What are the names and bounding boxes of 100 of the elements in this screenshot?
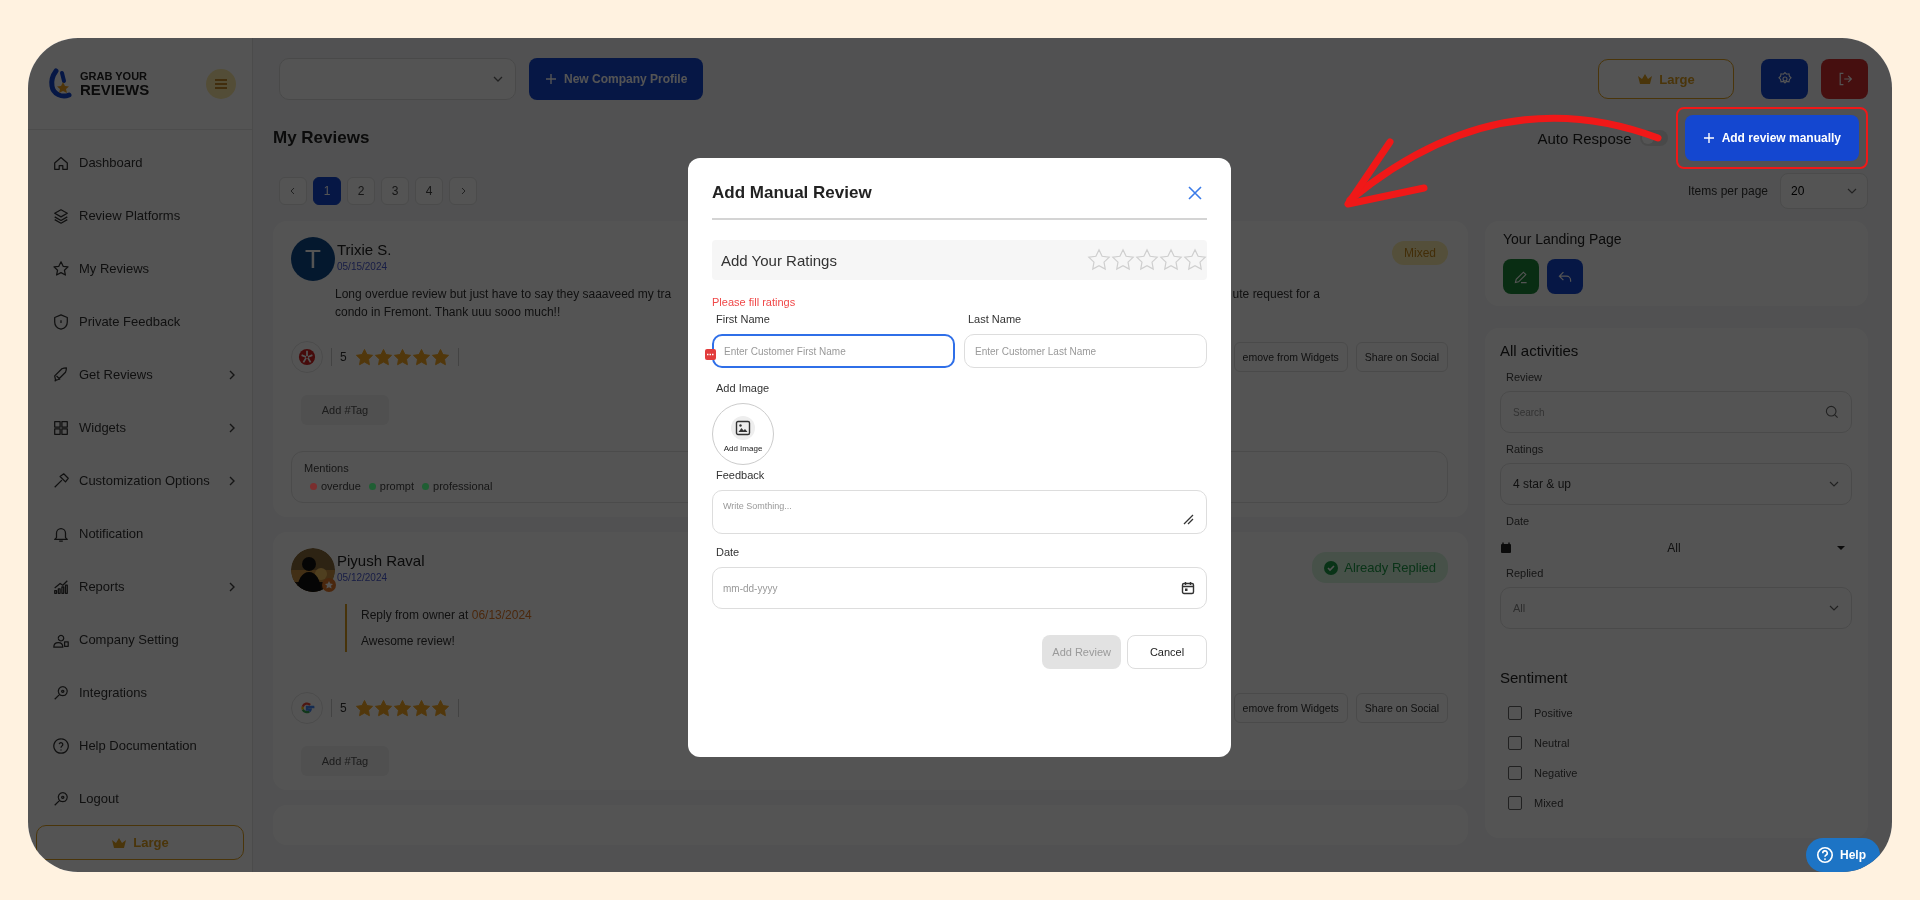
field-label: Ratings xyxy=(1505,443,1545,455)
crown-icon xyxy=(1637,73,1654,85)
sidebar-item[interactable]: Help Documentation xyxy=(28,719,252,773)
settings-button[interactable] xyxy=(1761,59,1808,99)
star-icon[interactable] xyxy=(1159,248,1183,272)
star-icon xyxy=(392,347,412,367)
checkbox[interactable] xyxy=(1508,766,1522,780)
star-icon xyxy=(392,698,412,718)
close-icon xyxy=(1187,185,1203,201)
first-name-field[interactable]: Enter Customer First Name xyxy=(712,334,955,368)
field-label: First Name xyxy=(715,313,771,325)
action-button[interactable]: emove from Widgets xyxy=(1233,693,1348,723)
sidebar-item[interactable]: Private Feedback xyxy=(28,295,252,349)
pencil-icon xyxy=(1513,268,1529,285)
date-field[interactable]: mm-dd-yyyy xyxy=(712,567,1207,609)
star-icon xyxy=(430,698,450,718)
star-icon xyxy=(411,347,431,367)
sidebar-item[interactable]: Reports xyxy=(28,560,252,614)
checkbox[interactable] xyxy=(1508,736,1522,750)
sidebar-item[interactable]: Widgets xyxy=(28,401,252,455)
chevron-down-icon xyxy=(1847,188,1857,194)
sidebar-item[interactable]: Notification xyxy=(28,507,252,561)
sidebar-item[interactable]: Company Setting xyxy=(28,613,252,667)
star-icon xyxy=(354,347,374,367)
sidebar-item[interactable]: Logout xyxy=(28,772,252,826)
previous-page-button[interactable] xyxy=(279,177,307,205)
action-button[interactable]: Share on Social xyxy=(1355,693,1448,723)
field-label: Last Name xyxy=(967,313,1023,325)
chevron-right-icon xyxy=(228,581,236,592)
share-button[interactable] xyxy=(1547,259,1583,294)
calendar-icon xyxy=(1181,581,1195,595)
plus-icon xyxy=(545,73,557,85)
sidebar-item[interactable]: Customization Options xyxy=(28,454,252,508)
sidebar-item[interactable]: Get Reviews xyxy=(28,348,252,402)
star-icon[interactable] xyxy=(1087,248,1111,272)
page-button[interactable]: 4 xyxy=(415,177,443,205)
checkbox[interactable] xyxy=(1508,706,1522,720)
image-icon xyxy=(735,419,751,436)
page-button[interactable]: 3 xyxy=(381,177,409,205)
company-select[interactable] xyxy=(279,58,516,100)
field-label: Add Image xyxy=(715,382,771,394)
feedback-field[interactable]: Write Somthing... xyxy=(712,490,1207,534)
review-date: 05/12/2024 xyxy=(337,572,389,583)
calendar-icon xyxy=(1500,542,1512,554)
date-select[interactable]: All xyxy=(1500,535,1852,561)
reviewer-name: Piyush Raval xyxy=(337,552,425,569)
avatar: T xyxy=(291,237,335,281)
sidebar-item[interactable]: Integrations xyxy=(28,666,252,720)
star-icon xyxy=(411,698,431,718)
next-page-button[interactable] xyxy=(449,177,477,205)
nav-icon xyxy=(52,736,70,755)
ratings-label: Add Your Ratings xyxy=(721,251,837,269)
review-text: Long overdue review but just have to say they saaaveed my tra xyxy=(335,286,672,303)
search-icon xyxy=(1824,404,1840,420)
sidebar-item[interactable]: Dashboard xyxy=(28,136,252,190)
ratings-select[interactable]: 4 star & up xyxy=(1500,463,1852,505)
review-text: ute request for a xyxy=(1232,286,1320,303)
sentiment-title: Sentiment xyxy=(1500,669,1569,686)
chevron-right-icon xyxy=(228,369,236,380)
new-profile-button[interactable]: New Company Profile xyxy=(529,58,704,100)
reply-text: Awesome review! xyxy=(361,634,455,648)
action-button[interactable]: Share on Social xyxy=(1355,342,1448,372)
action-button[interactable]: emove from Widgets xyxy=(1233,342,1348,372)
nav-icon xyxy=(52,471,70,490)
add-review-button[interactable]: Add review manually xyxy=(1684,115,1859,161)
auto-respond-label: Auto Respose xyxy=(1537,129,1632,147)
chevron-down-icon xyxy=(1829,605,1839,611)
page-title: My Reviews xyxy=(273,128,370,148)
page-button[interactable]: 1 xyxy=(313,177,341,205)
star-icon[interactable] xyxy=(1111,248,1135,272)
help-button[interactable]: Help xyxy=(1806,838,1880,872)
nav-icon xyxy=(52,683,70,702)
plan-button[interactable]: Large xyxy=(1598,59,1734,99)
star-icon[interactable] xyxy=(1183,248,1207,272)
field-label: Date xyxy=(715,546,741,558)
edit-button[interactable] xyxy=(1503,259,1539,294)
resize-handle-icon xyxy=(1182,513,1194,525)
review-date: 05/15/2024 xyxy=(337,261,389,272)
sidebar-item[interactable]: Review Platforms xyxy=(28,189,252,243)
filters-title: All activities xyxy=(1500,342,1580,359)
page-button[interactable]: 2 xyxy=(347,177,375,205)
mention-keyword: prompt xyxy=(379,480,414,492)
logout-button[interactable] xyxy=(1821,59,1868,99)
last-name-field[interactable]: Enter Customer Last Name xyxy=(964,334,1207,368)
field-label: Date xyxy=(1505,515,1531,527)
cancel-button[interactable]: Cancel xyxy=(1127,635,1207,669)
field-label: Replied xyxy=(1505,567,1545,579)
landing-page-title: Your Landing Page xyxy=(1503,231,1623,247)
checkbox[interactable] xyxy=(1508,796,1522,810)
star-icon[interactable] xyxy=(1135,248,1159,272)
error-message: Please fill ratings xyxy=(712,296,797,308)
crown-icon xyxy=(111,836,128,849)
checkbox-label: Positive xyxy=(1534,707,1573,719)
add-image-button[interactable]: Add Image xyxy=(712,403,774,465)
items-per-page-select[interactable]: 20 xyxy=(1780,173,1868,209)
star-icon xyxy=(430,347,450,367)
menu-icon xyxy=(214,77,228,90)
menu-button[interactable] xyxy=(206,68,236,99)
plan-button[interactable]: Large xyxy=(36,825,244,860)
sidebar-item[interactable]: My Reviews xyxy=(28,242,252,296)
